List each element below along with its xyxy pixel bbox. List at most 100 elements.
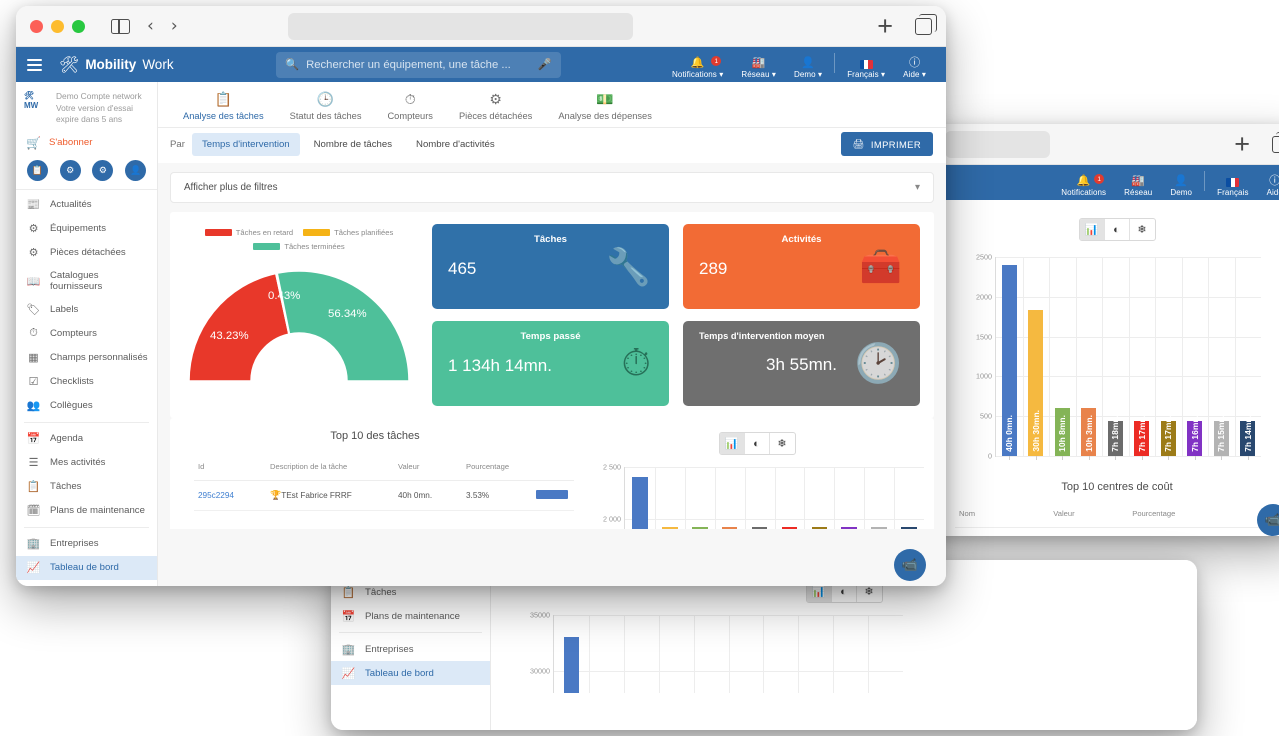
zoom-window-button[interactable]: [72, 20, 85, 33]
address-bar[interactable]: [288, 13, 633, 40]
cell-id[interactable]: 295c2294: [194, 481, 266, 511]
subscribe-link[interactable]: 🛒 S'abonner: [16, 131, 157, 157]
table-row[interactable]: 295c2294 🏆TEst Fabrice FRRF 40h 0mn. 3.5…: [194, 481, 574, 511]
bar-chart-icon[interactable]: 📊: [1080, 219, 1105, 240]
kpi-card-temps-moyen[interactable]: Temps d'intervention moyen 3h 55mn. 🕑: [683, 321, 920, 406]
nav-network[interactable]: 🏭 Réseau: [1115, 175, 1161, 197]
nav-notifications[interactable]: 1 🔔 Notifications ▾: [663, 57, 732, 79]
bar[interactable]: [692, 527, 708, 529]
nav-network[interactable]: 🏭 Réseau ▾: [732, 57, 785, 79]
nav-help[interactable]: ⓘ Aide: [1258, 175, 1279, 197]
pie-chart-icon[interactable]: ◐: [745, 433, 770, 454]
subtab-temps-intervention[interactable]: Temps d'intervention: [192, 133, 300, 156]
sidebar-item-compteurs[interactable]: ⏱Compteurs: [16, 322, 157, 346]
sidebar-toggle-icon[interactable]: [111, 19, 130, 34]
subtab-nombre-activites[interactable]: Nombre d'activités: [406, 133, 505, 156]
forward-icon[interactable]: ›: [171, 18, 178, 35]
sidebar-item-taches[interactable]: 📋Tâches: [16, 475, 157, 499]
bar-chart-icon[interactable]: 📊: [720, 433, 745, 454]
tab-overview-icon[interactable]: [1272, 136, 1279, 153]
bar[interactable]: [722, 527, 738, 529]
filters-toggle[interactable]: Afficher plus de filtres ▾: [170, 172, 934, 203]
bar[interactable]: 10h 3mn.: [1081, 408, 1096, 456]
clipboard-add-icon[interactable]: 📋: [27, 160, 48, 181]
donut-slice[interactable]: [277, 271, 409, 381]
bar[interactable]: 40h 0mn.: [1002, 265, 1017, 456]
new-tab-icon[interactable]: +: [1234, 131, 1250, 158]
nav-help[interactable]: ⓘ Aide ▾: [894, 57, 935, 79]
sidebar-item-pieces-detachees[interactable]: ⚙Pièces détachées: [16, 241, 157, 265]
window2-urlbar[interactable]: [945, 131, 1050, 158]
tab-analyse-des-taches[interactable]: 📋 Analyse des tâches: [170, 88, 277, 127]
part-add-icon[interactable]: ⚙: [92, 160, 113, 181]
window-cost-centers[interactable]: + 1 🔔 Notifications 🏭 Réseau 👤 Demo: [931, 124, 1279, 536]
sidebar-item-entreprises[interactable]: 🏢Entreprises: [16, 532, 157, 556]
sidebar-item-tableau-de-bord[interactable]: 📈 Tableau de bord: [331, 661, 490, 685]
sidebar-item-tableau-de-bord[interactable]: 📈Tableau de bord: [16, 556, 157, 580]
tab-statut-des-taches[interactable]: 🕒 Statut des tâches: [277, 88, 375, 127]
sidebar-item-plans-maintenance[interactable]: 📅 Plans de maintenance: [331, 604, 490, 628]
table-row[interactable]: 🏆UAP 3 547h 25mn. 48.26%: [955, 528, 1275, 537]
tab-overview-icon[interactable]: [915, 18, 932, 35]
bar[interactable]: [901, 527, 917, 529]
bar[interactable]: 7h 16mn.: [1187, 421, 1202, 456]
kpi-card-temps-passe[interactable]: Temps passé 1 134h 14mn. ⏱: [432, 321, 669, 406]
menu-toggle-icon[interactable]: [27, 59, 42, 71]
nav-language[interactable]: Français: [1208, 178, 1257, 197]
tab-compteurs[interactable]: ⏱ Compteurs: [374, 88, 445, 127]
sidebar-item-equipements[interactable]: ⚙Équipements: [16, 217, 157, 241]
nav-user[interactable]: 👤 Demo ▾: [785, 57, 831, 79]
bar[interactable]: [841, 527, 857, 529]
sidebar-item-checklists[interactable]: ☑Checklists: [16, 370, 157, 394]
bar[interactable]: 7h 17mn.: [1134, 421, 1149, 456]
user-add-icon[interactable]: 👤: [125, 160, 146, 181]
tab-pieces-detachees[interactable]: ⚙ Pièces détachées: [446, 88, 545, 127]
sidebar-item-collegues[interactable]: 👥Collègues: [16, 394, 157, 418]
sidebar-item-plans-maintenance[interactable]: 🗓Plans de maintenance: [16, 499, 157, 523]
bar[interactable]: 7h 18mn.: [1108, 421, 1123, 456]
close-window-button[interactable]: [30, 20, 43, 33]
account-block[interactable]: 🛠 MW Demo Compte network Votre version d…: [16, 82, 157, 131]
print-button[interactable]: 🖨 IMPRIMER: [841, 132, 933, 156]
brand-logo[interactable]: 🛠 MobilityWork: [59, 55, 174, 75]
search-input[interactable]: 🔍 Rechercher un équipement, une tâche ..…: [276, 52, 561, 78]
window-task-analysis[interactable]: ‹ › + 🛠 MobilityWork 🔍 Rechercher un équ…: [16, 6, 946, 586]
video-icon[interactable]: 📹: [894, 549, 926, 581]
equipment-add-icon[interactable]: ⚙: [60, 160, 81, 181]
bar[interactable]: [564, 637, 580, 693]
sidebar-item-mes-activites[interactable]: ☰Mes activités: [16, 451, 157, 475]
sidebar-item-actualites[interactable]: 📰Actualités: [16, 193, 157, 217]
traffic-lights[interactable]: [30, 20, 85, 33]
bar[interactable]: 30h 30mn.: [1028, 310, 1043, 456]
sidebar-item-entreprises[interactable]: 🏢 Entreprises: [331, 637, 490, 661]
pie-chart-icon[interactable]: ◐: [1105, 219, 1130, 240]
subtab-nombre-taches[interactable]: Nombre de tâches: [304, 133, 402, 156]
tab-analyse-des-depenses[interactable]: 💵 Analyse des dépenses: [545, 88, 665, 127]
new-tab-icon[interactable]: +: [877, 13, 893, 40]
snowflake-icon[interactable]: ❄: [770, 433, 795, 454]
bar[interactable]: 7h 17mn.: [1161, 421, 1176, 456]
minimize-window-button[interactable]: [51, 20, 64, 33]
bar[interactable]: [752, 527, 768, 529]
microphone-icon[interactable]: 🎤: [538, 58, 552, 71]
snowflake-icon[interactable]: ❄: [1130, 219, 1155, 240]
nav-notifications[interactable]: 1 🔔 Notifications: [1052, 175, 1115, 197]
sidebar-item-catalogues[interactable]: 📖Catalogues fournisseurs: [16, 265, 157, 298]
back-icon[interactable]: ‹: [147, 18, 154, 35]
nav-user[interactable]: 👤 Demo: [1161, 175, 1201, 197]
bar[interactable]: [871, 527, 887, 529]
bar[interactable]: [662, 527, 678, 529]
bar[interactable]: [782, 527, 798, 529]
bar[interactable]: 10h 8mn.: [1055, 408, 1070, 456]
sidebar-item-champs-personnalises[interactable]: ▦Champs personnalisés: [16, 346, 157, 370]
sidebar-item-agenda[interactable]: 📅Agenda: [16, 427, 157, 451]
kpi-card-activites[interactable]: Activités 289 🧰: [683, 224, 920, 309]
sidebar-item-labels[interactable]: 🏷Labels: [16, 298, 157, 322]
window2-view-toggle[interactable]: 📊 ◐ ❄: [1079, 218, 1156, 241]
bar[interactable]: [812, 527, 828, 529]
window1-view-toggle[interactable]: 📊 ◐ ❄: [719, 432, 796, 455]
bar[interactable]: 7h 14mn.: [1240, 421, 1255, 456]
kpi-card-taches[interactable]: Tâches 465 🔧: [432, 224, 669, 309]
nav-language[interactable]: Français ▾: [838, 60, 894, 79]
bar[interactable]: [632, 477, 648, 529]
